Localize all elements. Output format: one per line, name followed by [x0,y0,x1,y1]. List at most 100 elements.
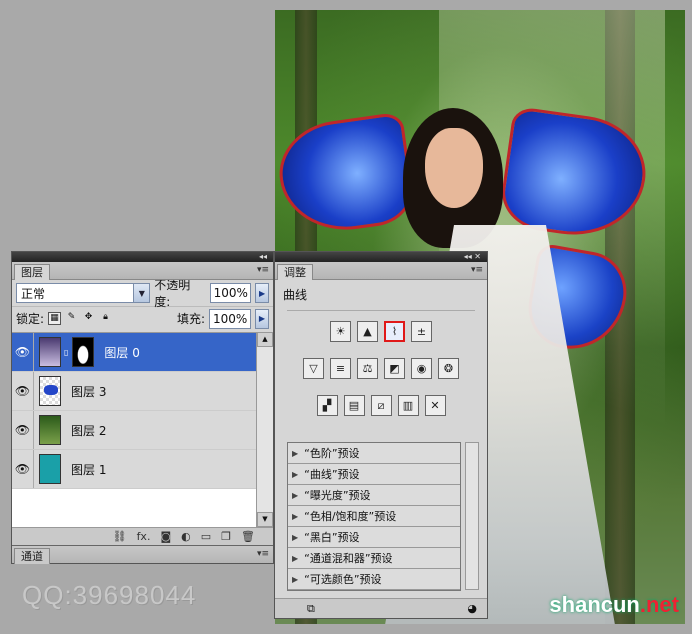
gradient-map-icon[interactable]: ▥ [397,395,419,416]
blend-mode-select[interactable]: 正常 ▼ [16,283,151,303]
threshold-icon[interactable]: ⧄ [370,395,392,416]
link-icon[interactable]: ⛓ [113,530,127,543]
adjust-icon-row-2: ▽ ≡ ⚖ ◩ ◉ ❂ [275,358,487,379]
preset-label: “色阶”预设 [304,447,360,460]
panel-dock-bar[interactable]: ◂◂ ✕ [275,252,487,262]
layers-footer: ⛓ fx. ◙ ◐ ▭ ❐ 🗑︎ [12,527,273,545]
divider [287,310,475,311]
lock-pixels-icon[interactable]: ✎ [65,312,78,325]
preset-label: “曲线”预设 [304,468,360,481]
channels-panel: 通道 ▾≡ [12,545,273,564]
lock-position-icon[interactable]: ✥ [82,312,95,325]
layer-row[interactable]: 👁︎ 图层 1 [12,450,257,489]
layer-mask-thumbnail[interactable] [72,337,95,367]
expand-view-icon[interactable]: ⧉ [307,602,315,616]
curves-icon[interactable]: ⌇ [384,321,405,342]
blend-row: 正常 ▼ 不透明度: 100% ▶ [12,278,273,309]
chevron-down-icon[interactable]: ▼ [133,284,150,302]
adjust-icon-row-3: ▞ ▤ ⧄ ▥ ✕ [275,395,487,416]
disclosure-triangle-icon[interactable]: ▶ [292,575,298,584]
tab-channels[interactable]: 通道 [14,548,50,564]
posterize-icon[interactable]: ▤ [343,395,365,416]
layer-row[interactable]: 👁︎ 图层 3 [12,372,257,411]
tab-layers[interactable]: 图层 [14,264,50,280]
visibility-toggle-icon[interactable]: ◕ [467,602,477,615]
layer-thumbnail [39,454,61,484]
adjust-icon-row-1: ☀ ▲ ⌇ ± [275,321,487,342]
disclosure-triangle-icon[interactable]: ▶ [292,491,298,500]
selective-color-icon[interactable]: ✕ [424,395,446,416]
layers-tabbar: 图层 ▾≡ [12,262,273,280]
hue-saturation-icon[interactable]: ≡ [330,358,351,379]
panel-menu-icon[interactable]: ▾≡ [257,265,269,275]
opacity-slider-button[interactable]: ▶ [255,283,269,303]
layer-name: 图层 0 [104,345,140,360]
preset-item[interactable]: ▶ “可选颜色”预设 [288,569,460,590]
preset-item[interactable]: ▶ “色相/饱和度”预设 [288,506,460,527]
channel-mixer-icon[interactable]: ❂ [438,358,459,379]
eye-icon[interactable]: 👁︎ [12,372,34,410]
folder-icon[interactable]: ▭ [201,530,211,543]
scroll-down-icon[interactable]: ▼ [257,512,273,527]
black-white-icon[interactable]: ◩ [384,358,405,379]
vibrance-icon[interactable]: ▽ [303,358,324,379]
layer-row[interactable]: 👁︎ 图层 2 [12,411,257,450]
fx-icon[interactable]: fx. [137,530,151,543]
disclosure-triangle-icon[interactable]: ▶ [292,554,298,563]
new-layer-icon[interactable]: ❐ [221,530,231,543]
disclosure-triangle-icon[interactable]: ▶ [292,512,298,521]
layers-scrollbar[interactable]: ▲ ▼ [256,332,273,527]
layer-thumbnail [39,376,61,406]
lock-transparency-icon[interactable]: ▦ [48,312,62,325]
fill-slider-button[interactable]: ▶ [255,308,269,329]
exposure-icon[interactable]: ± [411,321,432,342]
preset-item[interactable]: ▶ “曲线”预设 [288,464,460,485]
bride-face [425,128,483,208]
collapse-icon[interactable]: ◂◂ [259,253,267,261]
presets-scrollbar[interactable] [465,442,479,590]
color-balance-icon[interactable]: ⚖ [357,358,378,379]
adjust-tabbar: 调整 ▾≡ [275,262,487,280]
trash-icon[interactable]: 🗑︎ [241,530,255,543]
disclosure-triangle-icon[interactable]: ▶ [292,470,298,479]
fill-input[interactable]: 100% [209,308,251,329]
opacity-label: 不透明度: [154,278,191,309]
invert-icon[interactable]: ▞ [316,395,338,416]
levels-icon[interactable]: ▲ [357,321,378,342]
blend-mode-value: 正常 [21,286,46,301]
fill-label: 填充: [176,312,205,326]
logo-text: shancun [549,592,640,617]
panel-menu-icon[interactable]: ▾≡ [471,265,483,275]
mask-icon[interactable]: ◙ [160,530,171,543]
photo-filter-icon[interactable]: ◉ [411,358,432,379]
lock-label: 锁定: [16,312,45,326]
presets-list: ▶ “色阶”预设 ▶ “曲线”预设 ▶ “曝光度”预设 ▶ “色相/饱和度”预设 ▶ “黑… [287,442,461,591]
scroll-up-icon[interactable]: ▲ [257,332,273,347]
eye-icon[interactable]: 👁︎ [12,450,34,488]
tab-adjustments[interactable]: 调整 [277,264,313,280]
panel-menu-icon[interactable]: ▾≡ [257,549,269,559]
preset-label: “曝光度”预设 [304,489,371,502]
preset-item[interactable]: ▶ “曝光度”预设 [288,485,460,506]
eye-icon[interactable]: 👁︎ [12,411,34,449]
brightness-contrast-icon[interactable]: ☀ [330,321,351,342]
logo-suffix: .net [639,592,679,617]
adjustment-layer-icon[interactable]: ◐ [181,530,191,543]
collapse-icon[interactable]: ◂◂ ✕ [464,253,481,261]
layers-panel: ◂◂ 图层 ▾≡ 正常 ▼ 不透明度: 100% ▶ 锁定: ▦ ✎ ✥ 🔒︎ … [11,251,274,564]
adjust-title: 曲线 [283,288,308,302]
site-logo: shancun.net [549,592,679,618]
preset-item[interactable]: ▶ “色阶”预设 [288,443,460,464]
lock-all-icon[interactable]: 🔒︎ [99,312,112,325]
opacity-input[interactable]: 100% [209,283,252,303]
layer-name: 图层 2 [71,423,107,438]
disclosure-triangle-icon[interactable]: ▶ [292,533,298,542]
disclosure-triangle-icon[interactable]: ▶ [292,449,298,458]
eye-icon[interactable]: 👁︎ [12,333,34,371]
preset-label: “黑白”预设 [304,531,360,544]
preset-item[interactable]: ▶ “通道混和器”预设 [288,548,460,569]
preset-item[interactable]: ▶ “黑白”预设 [288,527,460,548]
panel-dock-bar[interactable]: ◂◂ [12,252,273,262]
link-icon[interactable]: ▯ [64,348,68,357]
layer-row[interactable]: 👁︎ ▯ 图层 0 [12,333,257,372]
